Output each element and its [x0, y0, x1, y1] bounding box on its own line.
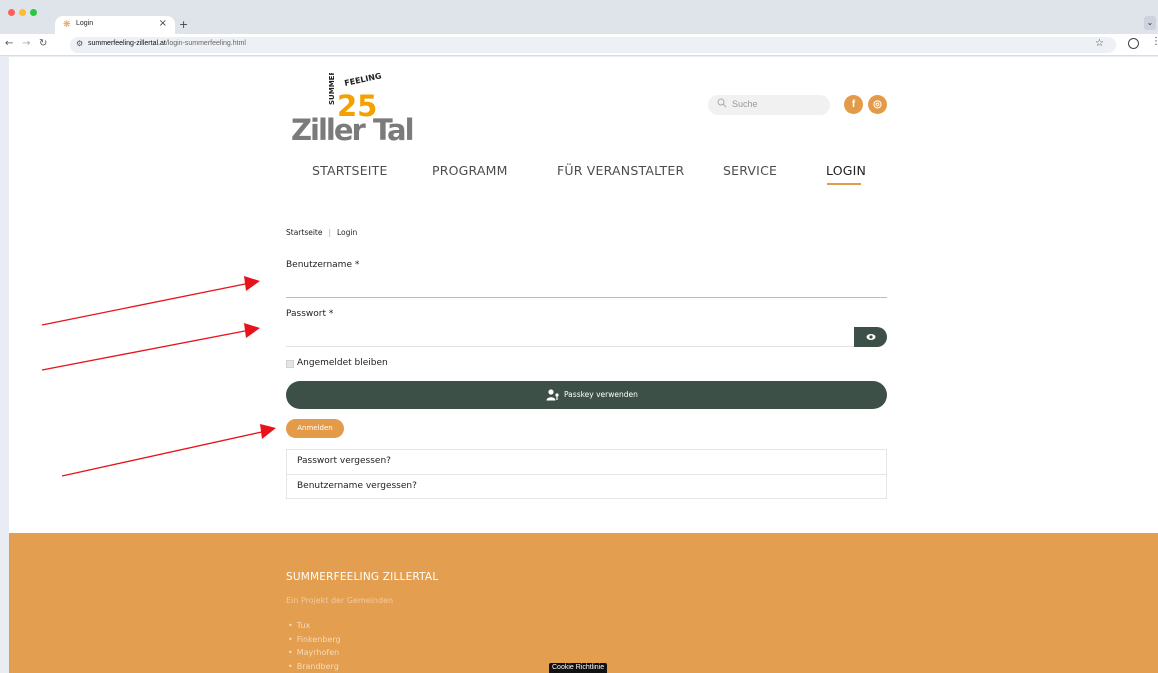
back-icon[interactable]: ←	[5, 38, 13, 49]
active-nav-indicator	[827, 183, 861, 185]
reload-icon[interactable]: ↻	[39, 38, 47, 49]
search-input[interactable]: Suche	[708, 95, 830, 115]
summerfeeling-zillertal-logo[interactable]: SUMMER FEELING 25 Ziller Tal	[290, 73, 415, 143]
favicon-icon: ❋	[63, 20, 71, 30]
site-settings-icon[interactable]: ⚙	[76, 39, 83, 48]
footer-town-mayrhofen[interactable]: Mayrhofen	[286, 646, 341, 660]
footer-subtitle: Ein Projekt der Gemeinden	[286, 596, 394, 605]
tab-title: Login	[76, 20, 94, 27]
search-icon	[717, 98, 727, 108]
new-tab-button[interactable]: +	[179, 18, 188, 31]
browser-tabstrip: ❋ Login × + ⌄	[0, 0, 1158, 34]
remember-me-label[interactable]: Angemeldet bleiben	[297, 358, 388, 368]
cookie-policy-button[interactable]: Cookie Richtlinie	[549, 663, 608, 673]
nav-item-startseite[interactable]: STARTSEITE	[312, 163, 388, 178]
password-field[interactable]	[286, 325, 854, 346]
profile-icon[interactable]	[1128, 38, 1139, 49]
footer-town-brandberg[interactable]: Brandberg	[286, 660, 341, 673]
instagram-icon[interactable]: ◎	[868, 95, 887, 114]
nav-item-service[interactable]: SERVICE	[723, 163, 777, 178]
toggle-password-visibility-button[interactable]	[854, 327, 887, 347]
footer-town-tux[interactable]: Tux	[286, 619, 341, 633]
svg-text:Tal: Tal	[373, 113, 413, 143]
tab-search-button[interactable]: ⌄	[1144, 16, 1156, 30]
login-button-label: Anmelden	[297, 424, 333, 432]
url-text: summerfeeling-zillertal.at/login-summerf…	[88, 40, 246, 47]
password-label: Passwort *	[286, 309, 334, 319]
forgot-username-label: Benutzername vergessen?	[297, 481, 417, 491]
browser-menu-icon[interactable]: ⋮	[1151, 36, 1158, 47]
close-window-button[interactable]	[8, 9, 15, 16]
nav-item-fuer-veranstalter[interactable]: FÜR VERANSTALTER	[557, 163, 684, 178]
bookmark-star-icon[interactable]: ☆	[1095, 38, 1104, 49]
breadcrumb: Startseite | Login	[286, 228, 357, 237]
footer-town-finkenberg[interactable]: Finkenberg	[286, 633, 341, 647]
forgot-password-link[interactable]: Passwort vergessen?	[287, 450, 886, 474]
svg-text:SUMMER: SUMMER	[328, 73, 336, 105]
footer: SUMMERFEELING ZILLERTAL Ein Projekt der …	[9, 533, 1158, 673]
passkey-button[interactable]: Passkey verwenden	[286, 381, 887, 409]
browser-tab-login[interactable]: ❋ Login ×	[55, 16, 175, 34]
passkey-button-label: Passkey verwenden	[564, 390, 638, 399]
nav-item-programm[interactable]: PROGRAMM	[432, 163, 508, 178]
forward-icon[interactable]: →	[22, 38, 30, 49]
breadcrumb-home[interactable]: Startseite	[286, 228, 322, 237]
forgot-username-link[interactable]: Benutzername vergessen?	[287, 474, 886, 498]
forgot-password-label: Passwort vergessen?	[297, 456, 391, 466]
facebook-icon[interactable]: f	[844, 95, 863, 114]
svg-text:Ziller: Ziller	[291, 113, 367, 143]
breadcrumb-current: Login	[337, 228, 358, 237]
eye-icon	[866, 334, 876, 340]
nav-item-login[interactable]: LOGIN	[826, 163, 866, 178]
page-viewport: SUMMER FEELING 25 Ziller Tal Suche f ◎ S…	[9, 57, 1158, 673]
passkey-icon	[546, 389, 559, 401]
address-bar[interactable]: ⚙ summerfeeling-zillertal.at/login-summe…	[70, 37, 1116, 53]
tab-close-icon[interactable]: ×	[159, 18, 167, 29]
username-label: Benutzername *	[286, 260, 360, 270]
svg-text:FEELING: FEELING	[344, 73, 383, 88]
username-field-underline	[286, 297, 887, 298]
breadcrumb-separator: |	[328, 228, 332, 237]
password-field-underline	[286, 346, 854, 347]
footer-town-list: Tux Finkenberg Mayrhofen Brandberg	[286, 619, 341, 673]
remember-me-checkbox[interactable]	[286, 360, 294, 368]
minimize-window-button[interactable]	[19, 9, 26, 16]
browser-toolbar: ← → ↻ ⚙ summerfeeling-zillertal.at/login…	[0, 34, 1158, 56]
maximize-window-button[interactable]	[30, 9, 37, 16]
account-help-links: Passwort vergessen? Benutzername vergess…	[286, 449, 887, 499]
login-button[interactable]: Anmelden	[286, 419, 344, 438]
username-field[interactable]	[286, 275, 887, 297]
search-placeholder: Suche	[732, 99, 758, 109]
footer-title: SUMMERFEELING ZILLERTAL	[286, 571, 439, 583]
